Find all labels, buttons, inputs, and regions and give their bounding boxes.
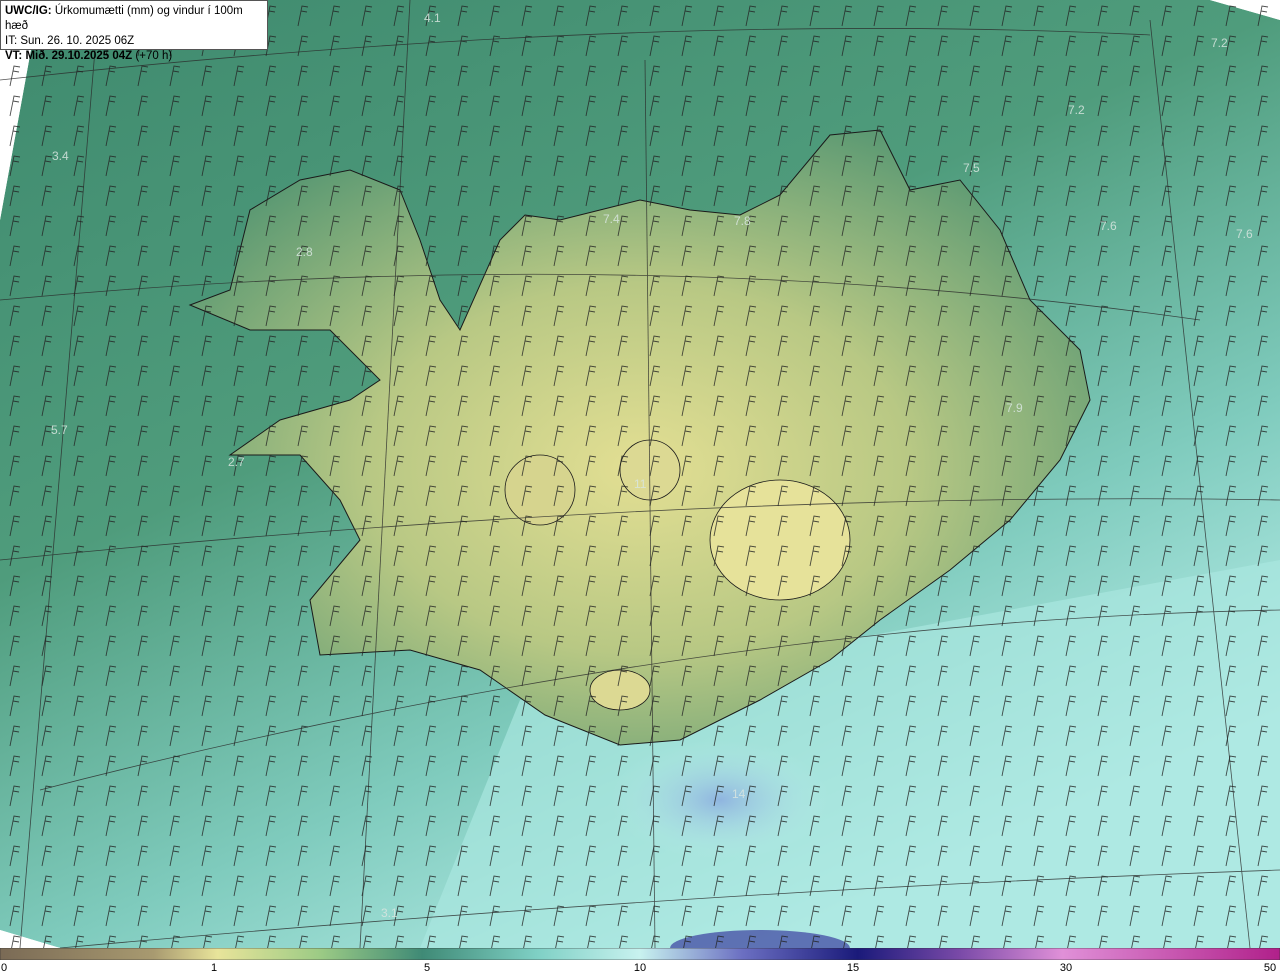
model-name: UWC/IG: bbox=[5, 5, 52, 17]
colorbar-tick: 5 bbox=[423, 962, 431, 974]
value-label: 7.6 bbox=[1236, 227, 1253, 241]
colorbar-tick: 0 bbox=[0, 962, 8, 974]
value-label: 7.4 bbox=[603, 212, 620, 226]
valid-time-line: VT: Mið. 29.10.2025 04Z (+70 h) bbox=[5, 49, 263, 64]
title-line: UWC/IG: Úrkomumætti (mm) og vindur í 100… bbox=[5, 4, 263, 34]
value-label: 7.2 bbox=[1211, 36, 1228, 50]
map-title-box: UWC/IG: Úrkomumætti (mm) og vindur í 100… bbox=[0, 0, 268, 62]
colorbar-tick: 50 bbox=[1263, 962, 1277, 974]
colorbar-tick: 10 bbox=[633, 962, 647, 974]
init-time: IT: Sun. 26. 10. 2025 06Z bbox=[5, 35, 135, 47]
value-label: 3.4 bbox=[52, 149, 69, 163]
value-label: 7.2 bbox=[1068, 103, 1085, 117]
value-label: 7.9 bbox=[1006, 401, 1023, 415]
value-label: 2.7 bbox=[228, 455, 245, 469]
colorbar-ticks: 0 1 5 10 15 30 50 bbox=[0, 962, 1280, 978]
lead-time: (+70 h) bbox=[135, 50, 173, 62]
value-label: 11 bbox=[634, 477, 647, 491]
value-label: 2.8 bbox=[296, 245, 313, 259]
colorbar-tick: 30 bbox=[1059, 962, 1073, 974]
value-label: 3.1 bbox=[381, 906, 398, 920]
wind-barbs bbox=[0, 0, 1280, 948]
colorbar bbox=[0, 948, 1280, 960]
value-label: 7.8 bbox=[734, 214, 751, 228]
value-label: 14 bbox=[732, 787, 746, 801]
valid-time: VT: Mið. 29.10.2025 04Z bbox=[5, 50, 133, 62]
colorbar-tick: 15 bbox=[846, 962, 860, 974]
colorbar-tick: 1 bbox=[210, 962, 218, 974]
value-label: 4.1 bbox=[424, 11, 441, 25]
value-label: 7.6 bbox=[1100, 219, 1117, 233]
value-label: 5.7 bbox=[51, 423, 68, 437]
precipitation-map bbox=[0, 0, 1280, 948]
value-label: 7.5 bbox=[963, 161, 980, 175]
